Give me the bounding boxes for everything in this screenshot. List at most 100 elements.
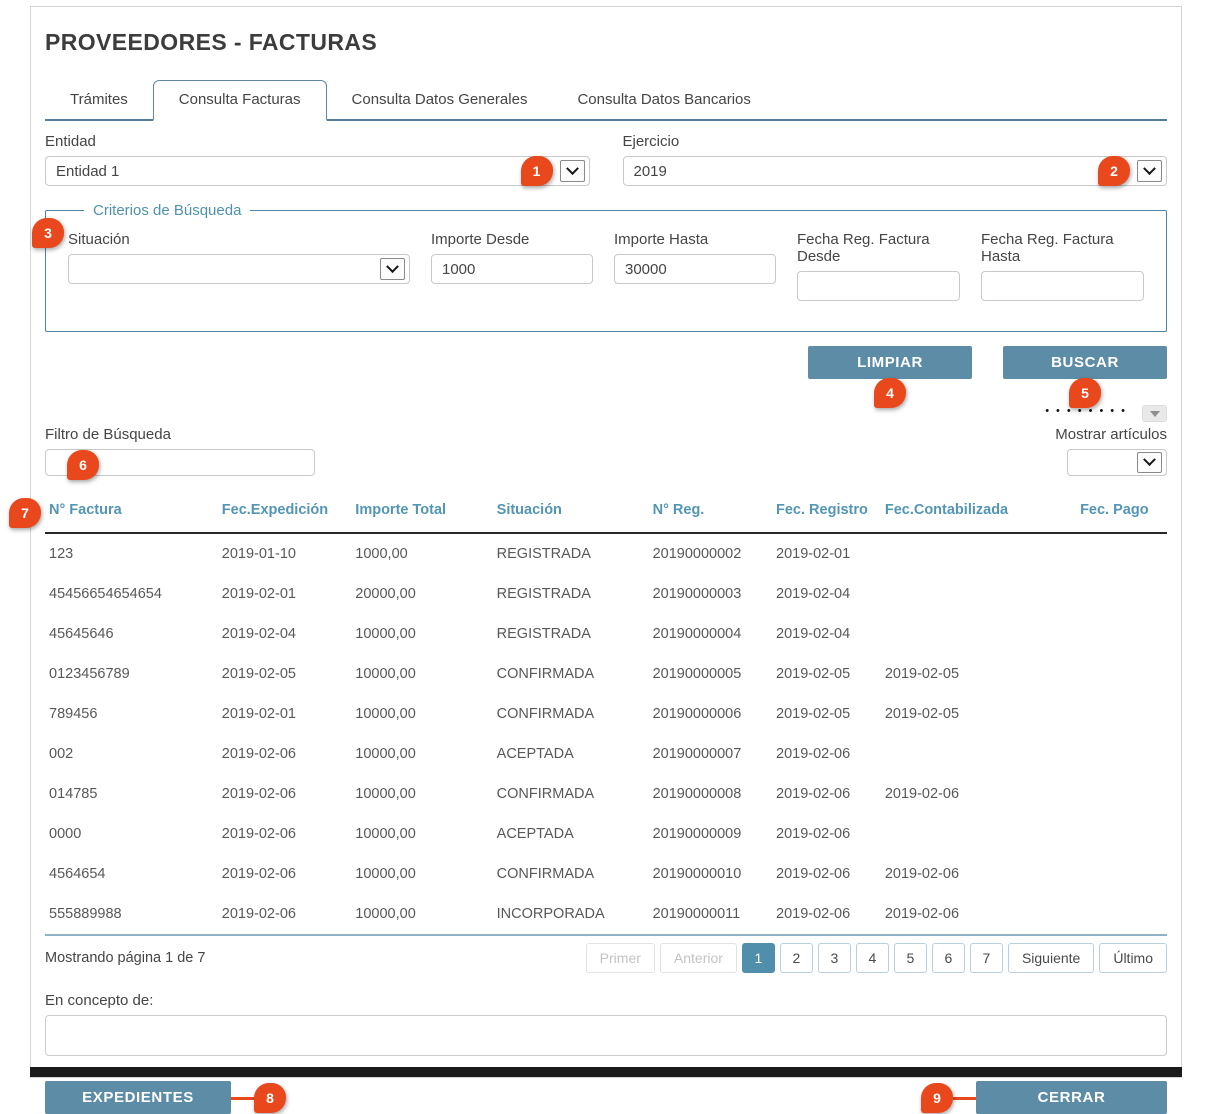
page-button-6[interactable]: 6 [932, 943, 965, 973]
fecha-desde-input[interactable] [797, 271, 960, 301]
column-header: Fec. Registro [772, 496, 881, 533]
page-button-primer: Primer [586, 943, 655, 973]
table-cell: 10000,00 [351, 734, 492, 774]
column-header: Fec. Pago [1076, 496, 1167, 533]
column-header: Fec.Contabilizada [881, 496, 1076, 533]
page-button-5[interactable]: 5 [894, 943, 927, 973]
table-row[interactable]: 456456462019-02-0410000,00REGISTRADA2019… [45, 614, 1167, 654]
annotation-badge-4: 4 [874, 378, 906, 408]
table-cell: 2019-02-06 [218, 774, 352, 814]
ejercicio-field: Ejercicio 2019 2 [623, 133, 1168, 186]
table-cell: CONFIRMADA [493, 854, 649, 894]
table-cell: 2019-02-01 [772, 533, 881, 574]
table-cell: 002 [45, 734, 218, 774]
page-button-2[interactable]: 2 [780, 943, 813, 973]
table-cell [1076, 854, 1167, 894]
table-cell: 2019-02-01 [218, 574, 352, 614]
table-cell: 45456654654654 [45, 574, 218, 614]
table-cell: 10000,00 [351, 894, 492, 935]
entidad-select[interactable]: Entidad 1 1 [45, 156, 590, 186]
table-cell: ACEPTADA [493, 814, 649, 854]
table-cell [1076, 814, 1167, 854]
table-cell: CONFIRMADA [493, 694, 649, 734]
page-button--ltimo[interactable]: Último [1099, 943, 1167, 973]
situacion-label: Situación [68, 231, 410, 248]
table-cell: 2019-02-05 [772, 654, 881, 694]
table-cell: 20190000007 [649, 734, 772, 774]
proveedores-facturas-window: PROVEEDORES - FACTURAS TrámitesConsulta … [30, 6, 1182, 1078]
buscar-button[interactable]: BUSCAR [1003, 346, 1167, 379]
table-cell: 2019-01-10 [218, 533, 352, 574]
table-cell: 789456 [45, 694, 218, 734]
table-cell: 2019-02-06 [218, 734, 352, 774]
table-cell [1076, 533, 1167, 574]
table-cell [881, 734, 1076, 774]
table-cell: 10000,00 [351, 854, 492, 894]
table-cell: CONFIRMADA [493, 774, 649, 814]
column-header: Fec.Expedición [218, 496, 352, 533]
table-row[interactable]: 01234567892019-02-0510000,00CONFIRMADA20… [45, 654, 1167, 694]
limpiar-button[interactable]: LIMPIAR [808, 346, 972, 379]
situacion-select[interactable] [68, 254, 410, 284]
page-button-1[interactable]: 1 [742, 943, 775, 973]
dots-widget: •••••••• [45, 405, 1167, 422]
table-cell: 10000,00 [351, 694, 492, 734]
table-cell: REGISTRADA [493, 533, 649, 574]
mini-dropdown-button[interactable] [1142, 405, 1167, 422]
tab-consulta-datos-generales[interactable]: Consulta Datos Generales [327, 81, 553, 119]
table-cell: 2019-02-06 [772, 734, 881, 774]
ejercicio-select-value: 2019 [634, 163, 1157, 180]
table-row[interactable]: 7894562019-02-0110000,00CONFIRMADA201900… [45, 694, 1167, 734]
table-cell [1076, 574, 1167, 614]
entidad-label: Entidad [45, 133, 590, 150]
table-cell [1076, 694, 1167, 734]
pagination-buttons: PrimerAnterior1234567SiguienteÚltimo [586, 943, 1167, 973]
importe-desde-field: Importe Desde [431, 231, 593, 301]
table-row[interactable]: 0147852019-02-0610000,00CONFIRMADA201900… [45, 774, 1167, 814]
annotation-badge-6: 6 [67, 450, 99, 480]
table-cell: 20000,00 [351, 574, 492, 614]
entidad-field: Entidad Entidad 1 1 [45, 133, 590, 186]
table-cell: 20190000005 [649, 654, 772, 694]
fecha-hasta-input[interactable] [981, 271, 1144, 301]
table-cell: 2019-02-04 [772, 614, 881, 654]
table-cell: 2019-02-06 [772, 894, 881, 935]
table-row[interactable]: 1232019-01-101000,00REGISTRADA2019000000… [45, 533, 1167, 574]
tab-tr-mites[interactable]: Trámites [45, 81, 153, 119]
table-row[interactable]: 5558899882019-02-0610000,00INCORPORADA20… [45, 894, 1167, 935]
importe-desde-input[interactable] [431, 254, 593, 284]
table-cell: 2019-02-05 [881, 694, 1076, 734]
table-row[interactable]: 45646542019-02-0610000,00CONFIRMADA20190… [45, 854, 1167, 894]
page-button-7[interactable]: 7 [970, 943, 1003, 973]
table-cell [881, 814, 1076, 854]
table-cell [1076, 734, 1167, 774]
badge-connector-8 [231, 1097, 254, 1100]
tab-consulta-datos-bancarios[interactable]: Consulta Datos Bancarios [552, 81, 775, 119]
table-cell: 20190000011 [649, 894, 772, 935]
ejercicio-select[interactable]: 2019 2 [623, 156, 1168, 186]
importe-desde-label: Importe Desde [431, 231, 593, 248]
table-cell: 2019-02-06 [772, 774, 881, 814]
mostrar-articulos-select[interactable]: 10 [1067, 449, 1167, 476]
table-cell: 2019-02-06 [218, 854, 352, 894]
criterios-row: Situación Importe Desde Importe Hasta Fe… [68, 231, 1144, 301]
table-cell [1076, 654, 1167, 694]
annotation-badge-5: 5 [1069, 378, 1101, 408]
annotation-badge-3: 3 [32, 218, 64, 248]
pagination: Mostrando página 1 de 7 PrimerAnterior12… [45, 936, 1167, 982]
page-button-4[interactable]: 4 [856, 943, 889, 973]
table-row[interactable]: 454566546546542019-02-0120000,00REGISTRA… [45, 574, 1167, 614]
page-button-siguiente[interactable]: Siguiente [1008, 943, 1094, 973]
tab-consulta-facturas[interactable]: Consulta Facturas [153, 80, 327, 121]
entidad-select-value: Entidad 1 [56, 163, 579, 180]
importe-hasta-input[interactable] [614, 254, 776, 284]
page-button-3[interactable]: 3 [818, 943, 851, 973]
cerrar-button[interactable]: CERRAR [976, 1081, 1167, 1114]
table-cell [881, 574, 1076, 614]
table-cell [881, 614, 1076, 654]
expedientes-button[interactable]: EXPEDIENTES [45, 1081, 231, 1114]
table-row[interactable]: 0022019-02-0610000,00ACEPTADA20190000007… [45, 734, 1167, 774]
concepto-textarea[interactable] [45, 1015, 1167, 1056]
table-row[interactable]: 00002019-02-0610000,00ACEPTADA2019000000… [45, 814, 1167, 854]
table-cell: 2019-02-06 [772, 814, 881, 854]
